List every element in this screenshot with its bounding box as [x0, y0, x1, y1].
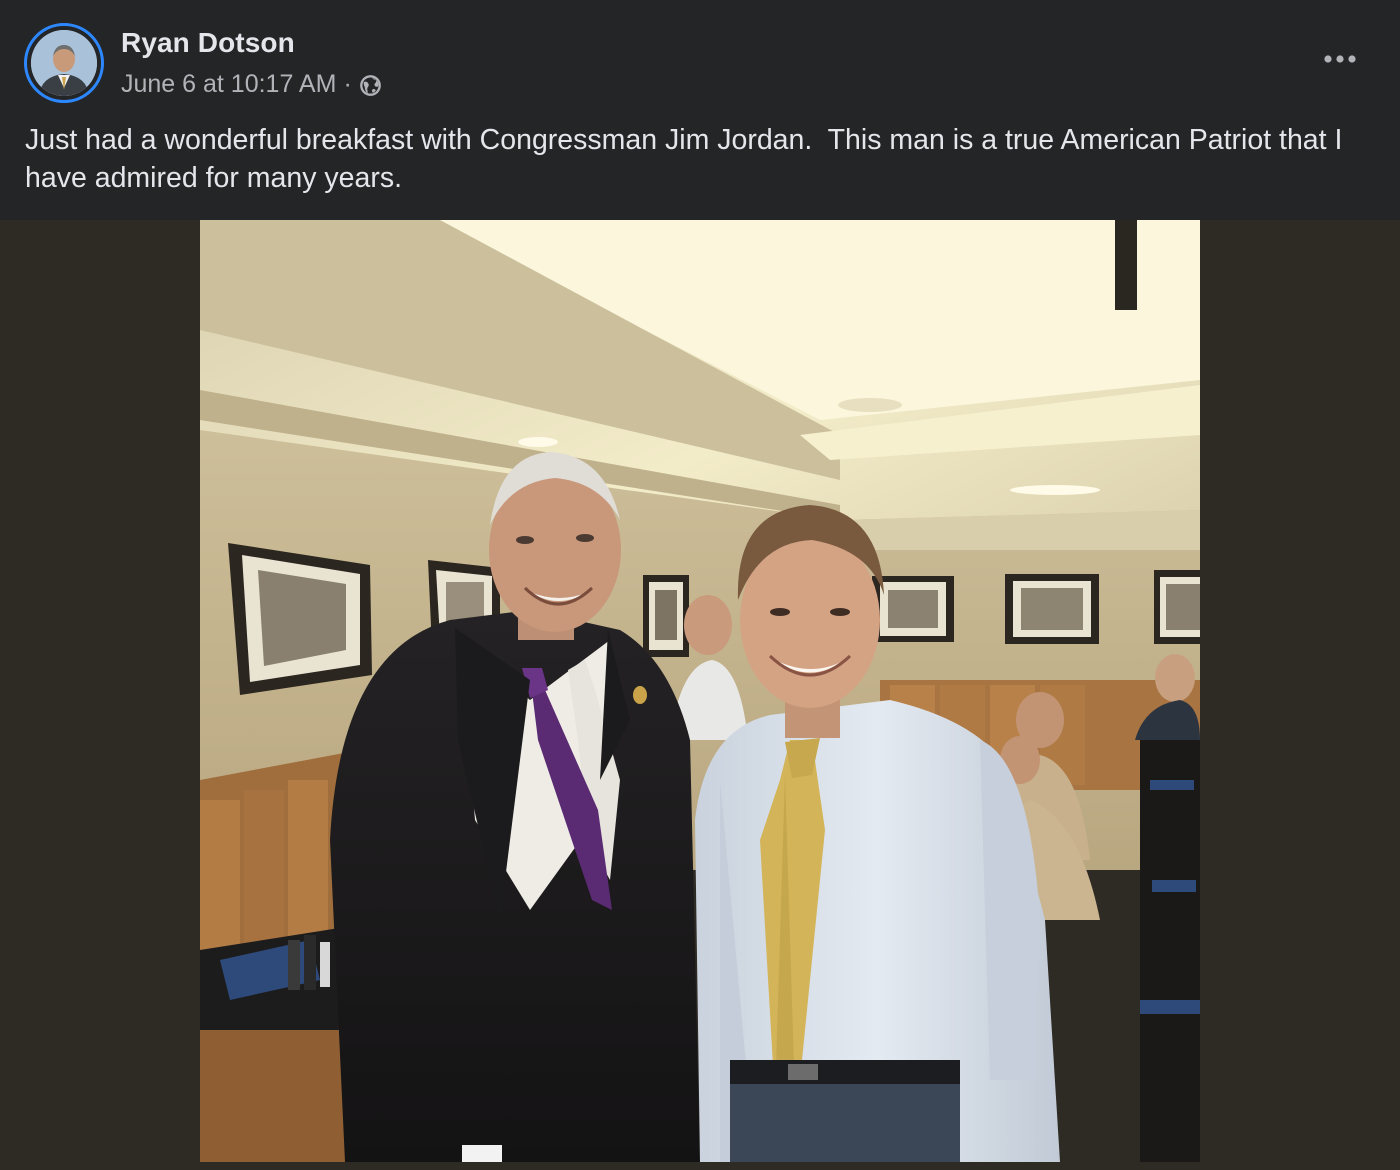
avatar-photo — [31, 30, 97, 96]
author-name[interactable]: Ryan Dotson — [121, 27, 295, 59]
post-header: Ryan Dotson June 6 at 10:17 AM · — [0, 0, 1400, 110]
globe-icon[interactable] — [359, 74, 382, 97]
author-avatar[interactable] — [24, 23, 104, 103]
more-options-button[interactable] — [1318, 43, 1362, 77]
more-horizontal-icon — [1322, 51, 1358, 69]
post-message: Just had a wonderful breakfast with Cong… — [25, 124, 1351, 194]
facebook-post: Ryan Dotson June 6 at 10:17 AM · Just ha… — [0, 0, 1400, 1170]
post-meta: June 6 at 10:17 AM · — [121, 68, 382, 100]
post-photo[interactable] — [200, 220, 1200, 1162]
post-timestamp[interactable]: June 6 at 10:17 AM — [121, 70, 336, 99]
post-media — [0, 220, 1400, 1170]
meta-separator: · — [343, 69, 352, 98]
